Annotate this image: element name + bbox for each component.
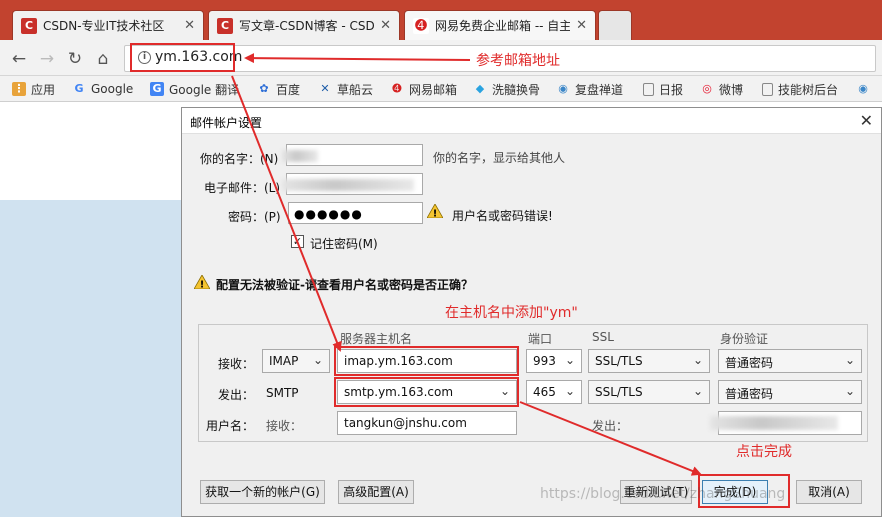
password-error: 用户名或密码错误! xyxy=(452,209,553,223)
incoming-auth-select[interactable]: 普通密码 ⌄ xyxy=(718,349,862,373)
advanced-config-button[interactable]: 高级配置(A) xyxy=(338,480,414,504)
cancel-button[interactable]: 取消(A) xyxy=(796,480,862,504)
close-icon[interactable]: ✕ xyxy=(860,111,873,130)
netease-icon: ➍ xyxy=(413,17,429,34)
redacted-email xyxy=(282,179,414,191)
bookmark-more[interactable]: ◉ xyxy=(856,80,875,98)
remember-password-checkbox[interactable]: ✓ xyxy=(291,235,304,248)
outgoing-auth-select[interactable]: 普通密码 ⌄ xyxy=(718,380,862,404)
chevron-down-icon: ⌄ xyxy=(312,353,323,367)
reload-icon[interactable]: ↻ xyxy=(64,48,86,70)
incoming-label: 接收： xyxy=(218,357,255,371)
incoming-port-select[interactable]: 993 ⌄ xyxy=(526,349,582,373)
diamond-icon: ◆ xyxy=(475,82,485,95)
bookmark-daily[interactable]: 日报 xyxy=(643,80,683,98)
tab-netease-mail[interactable]: ➍ 网易免费企业邮箱 -- 自主 ✕ xyxy=(404,10,596,40)
chevron-down-icon: ⌄ xyxy=(844,353,855,367)
bookmark-google[interactable]: G Google xyxy=(72,80,133,98)
redacted-name xyxy=(282,150,318,162)
username-incoming-label: 接收： xyxy=(266,419,303,433)
dialog-title: 邮件帐户设置 xyxy=(190,116,263,130)
globe-icon: ◉ xyxy=(858,82,868,95)
bookmark-skilltree[interactable]: 技能树后台 xyxy=(762,80,838,98)
done-annotation: 点击完成 xyxy=(736,444,792,460)
apps-grid-icon: ⋮ xyxy=(12,82,26,96)
bookmark-weibo[interactable]: ◎ 微博 xyxy=(700,80,743,98)
svg-text:!: ! xyxy=(433,209,438,219)
column-header-auth: 身份验证 xyxy=(720,332,769,346)
outgoing-protocol: SMTP xyxy=(266,386,299,400)
close-icon[interactable]: ✕ xyxy=(380,18,391,33)
url-highlight-box xyxy=(130,43,235,72)
page-icon xyxy=(643,82,654,96)
bookmarks-bar: ⋮ 应用 G Google G Google 翻译 ✿ 百度 ✕ 草船云 ➍ 网易邮箱 ◆ 洗… xyxy=(0,76,882,102)
bookmark-fupan[interactable]: ◉ 复盘禅道 xyxy=(556,80,623,98)
weibo-icon: ◎ xyxy=(702,82,712,95)
username-incoming-input[interactable]: tangkun@jnshu.com xyxy=(337,411,517,435)
warning-icon: ! xyxy=(427,204,443,218)
bookmark-caochuanyun[interactable]: ✕ 草船云 xyxy=(318,80,373,98)
column-header-port: 端口 xyxy=(528,332,553,346)
new-account-button[interactable]: 获取一个新的帐户(G) xyxy=(200,480,325,504)
globe-icon: ◉ xyxy=(558,82,568,95)
username-label: 用户名： xyxy=(206,419,255,433)
bookmark-baidu[interactable]: ✿ 百度 xyxy=(257,80,300,98)
username-outgoing-label: 发出： xyxy=(592,419,629,433)
outgoing-host-highlight xyxy=(334,377,519,407)
home-icon[interactable]: ⌂ xyxy=(92,48,114,70)
google-icon: G xyxy=(74,82,84,95)
chevron-down-icon: ⌄ xyxy=(844,384,855,398)
email-label: 电子邮件：(L) xyxy=(204,181,281,195)
password-value: ●●●●●● xyxy=(294,207,363,221)
watermark: https://blog.csdn.net/zhangShuang xyxy=(540,486,786,502)
tab-label: CSDN-专业IT技术社区 xyxy=(43,19,165,33)
chevron-down-icon: ⌄ xyxy=(564,384,575,398)
bookmark-apps[interactable]: ⋮ 应用 xyxy=(12,80,55,98)
password-label: 密码：(P) xyxy=(228,210,281,224)
outgoing-ssl-select[interactable]: SSL/TLS ⌄ xyxy=(588,380,710,404)
name-label: 你的名字：(N) xyxy=(200,152,279,166)
close-icon[interactable]: ✕ xyxy=(184,18,195,33)
url-annotation: 参考邮箱地址 xyxy=(476,53,560,69)
remember-password-label: 记住密码(M) xyxy=(310,237,378,251)
warning-icon: ! xyxy=(194,275,210,289)
host-annotation: 在主机名中添加"ym" xyxy=(445,305,578,321)
csdn-icon: C xyxy=(21,17,37,34)
forward-icon[interactable]: → xyxy=(36,48,58,70)
svg-text:!: ! xyxy=(200,280,205,290)
tab-csdn-write[interactable]: C 写文章-CSDN博客 - CSD ✕ xyxy=(208,10,400,40)
tab-strip: C CSDN-专业IT技术社区 ✕ C 写文章-CSDN博客 - CSD ✕ ➍… xyxy=(0,0,882,40)
chevron-down-icon: ⌄ xyxy=(692,384,703,398)
incoming-ssl-select[interactable]: SSL/TLS ⌄ xyxy=(588,349,710,373)
back-icon[interactable]: ← xyxy=(8,48,30,70)
dialog-titlebar: 邮件帐户设置 ✕ xyxy=(182,108,881,134)
bookmark-xisui[interactable]: ◆ 洗髓换骨 xyxy=(473,80,540,98)
tab-label: 网易免费企业邮箱 -- 自主 xyxy=(435,19,571,33)
baidu-paw-icon: ✿ xyxy=(259,82,269,95)
outgoing-port-select[interactable]: 465 ⌄ xyxy=(526,380,582,404)
column-header-ssl: SSL xyxy=(592,330,614,344)
boat-icon: ✕ xyxy=(320,82,330,95)
tab-label: 写文章-CSDN博客 - CSD xyxy=(239,19,375,33)
outgoing-label: 发出： xyxy=(218,388,255,402)
close-icon[interactable]: ✕ xyxy=(576,18,587,33)
incoming-protocol-select[interactable]: IMAP ⌄ xyxy=(262,349,330,373)
chevron-down-icon: ⌄ xyxy=(564,353,575,367)
verify-warning-text: 配置无法被验证-请查看用户名或密码是否正确？ xyxy=(216,278,473,292)
name-hint: 你的名字，显示给其他人 xyxy=(433,151,566,165)
netease-icon: ➍ xyxy=(392,82,402,95)
page-icon xyxy=(762,82,773,96)
translate-icon: G xyxy=(150,82,164,96)
bookmark-netease-mail[interactable]: ➍ 网易邮箱 xyxy=(390,80,457,98)
new-tab-button[interactable] xyxy=(598,10,632,40)
csdn-icon: C xyxy=(217,17,233,34)
chevron-down-icon: ⌄ xyxy=(692,353,703,367)
bookmark-google-translate[interactable]: G Google 翻译 xyxy=(150,80,239,98)
incoming-host-highlight xyxy=(334,346,519,376)
tab-csdn-home[interactable]: C CSDN-专业IT技术社区 ✕ xyxy=(12,10,204,40)
redacted-outgoing-username xyxy=(710,416,838,430)
column-header-server: 服务器主机名 xyxy=(340,332,413,346)
